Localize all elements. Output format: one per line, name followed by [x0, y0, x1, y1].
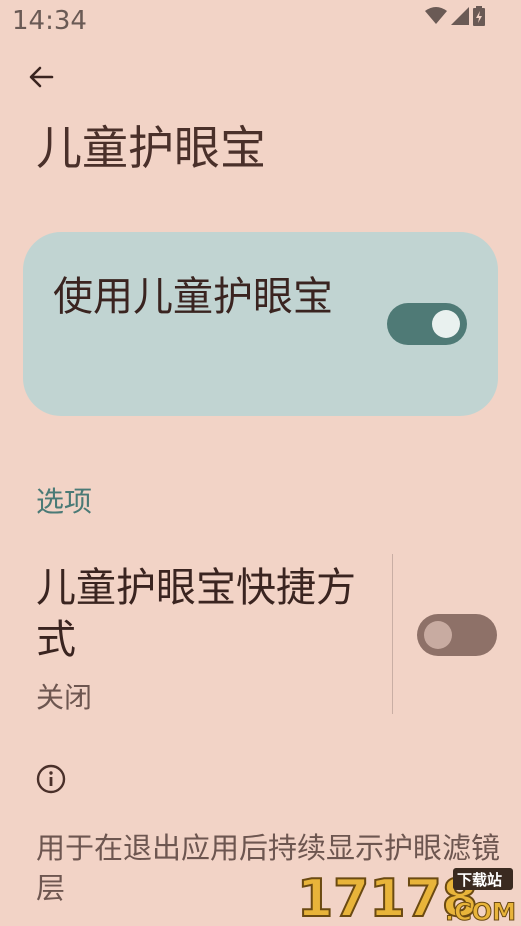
- main-toggle-switch[interactable]: [387, 303, 467, 345]
- shortcut-toggle-switch[interactable]: [417, 614, 497, 656]
- page-title: 儿童护眼宝: [36, 121, 266, 175]
- options-section-title: 选项: [36, 485, 93, 518]
- back-button[interactable]: [22, 58, 60, 96]
- watermark-tag: 下载站: [457, 871, 502, 889]
- status-bar: 14:34: [0, 0, 521, 48]
- arrow-back-icon: [29, 66, 54, 88]
- main-toggle-card[interactable]: 使用儿童护眼宝: [23, 232, 498, 416]
- watermark-logo: 17178 下载站 .COM: [296, 868, 517, 924]
- toggle-knob: [424, 621, 452, 649]
- battery-charging-icon: [473, 6, 485, 26]
- wifi-icon: [425, 7, 447, 24]
- info-icon: [36, 764, 66, 794]
- status-icons: [425, 6, 485, 26]
- watermark-domain: .COM: [445, 898, 516, 924]
- status-time: 14:34: [12, 6, 87, 36]
- main-toggle-label: 使用儿童护眼宝: [53, 274, 333, 320]
- cell-signal-icon: [451, 7, 469, 25]
- shortcut-setting-row[interactable]: 儿童护眼宝快捷方式 关闭: [0, 548, 521, 718]
- toggle-knob: [432, 310, 460, 338]
- row-divider: [392, 554, 393, 714]
- shortcut-title: 儿童护眼宝快捷方式: [36, 565, 356, 663]
- shortcut-summary: 关闭: [36, 681, 93, 714]
